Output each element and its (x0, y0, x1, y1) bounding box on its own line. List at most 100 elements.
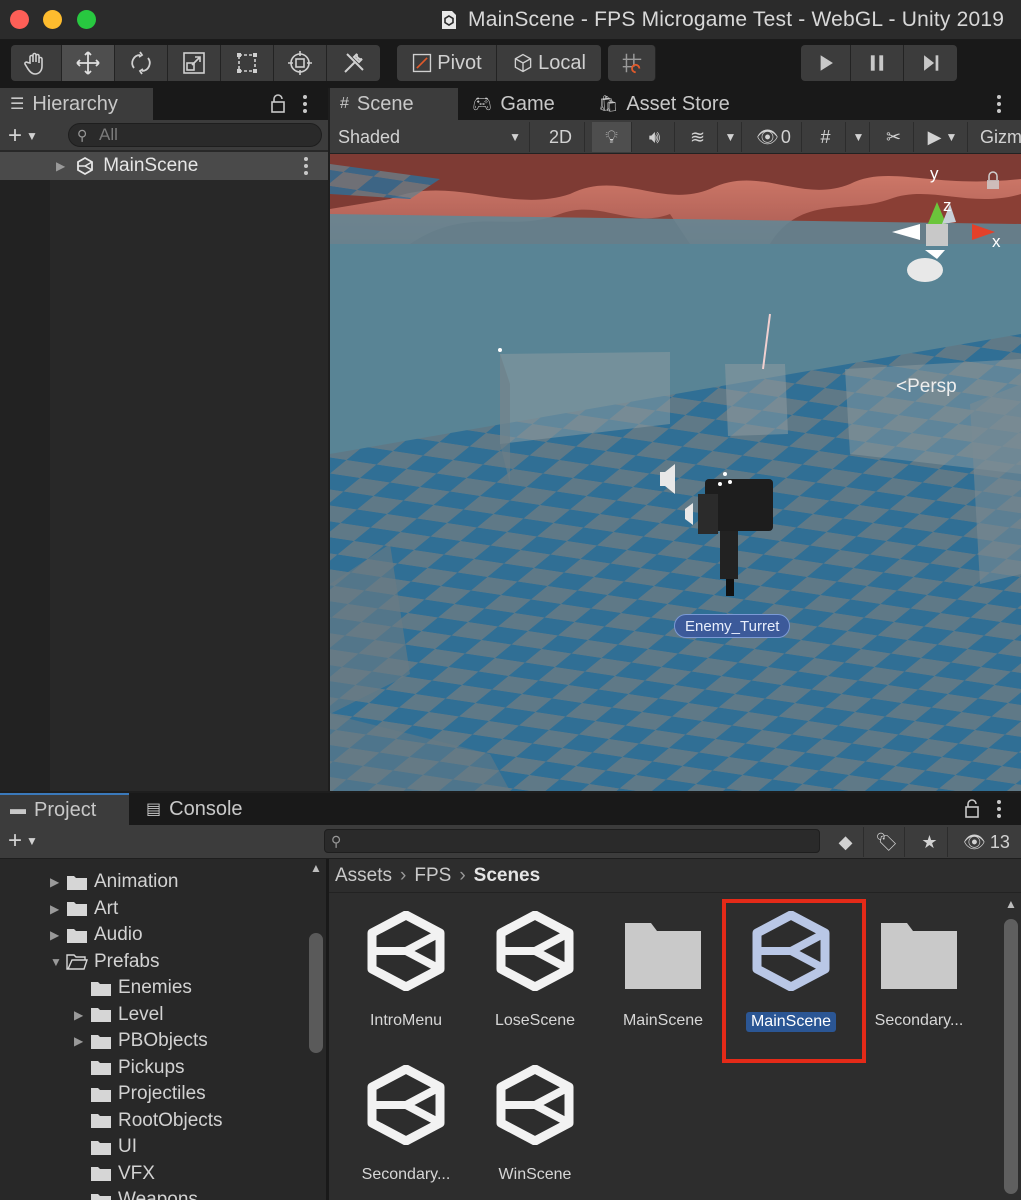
rotate-tool-button[interactable] (115, 45, 168, 81)
tree-item[interactable]: ▼ Prefabs (50, 949, 159, 975)
hidden-packages-toggle[interactable]: 👁︎ 13 (952, 827, 1021, 857)
local-toggle[interactable]: Local (497, 45, 601, 81)
effects-toggle[interactable]: ≋ (678, 122, 718, 152)
tab-console[interactable]: ▤ Console (136, 793, 266, 825)
audio-toggle[interactable]: 🔊︎ (635, 122, 675, 152)
chevron-right-icon[interactable]: ▶ (50, 875, 66, 889)
tree-item[interactable]: ▶ Art (50, 896, 118, 922)
eye-slash-icon: 👁︎ (756, 126, 779, 147)
scale-tool-button[interactable] (168, 45, 221, 81)
breadcrumb-item-scenes[interactable]: Scenes (474, 865, 541, 887)
tree-item[interactable]: ▶ Audio (50, 922, 143, 948)
grid-dropdown[interactable]: ▼ (848, 122, 870, 152)
filter-by-label-button[interactable]: 🏷︎ (869, 827, 905, 857)
tree-item[interactable]: RootObjects (74, 1108, 223, 1134)
step-button[interactable] (904, 45, 957, 81)
tree-item[interactable]: Pickups (74, 1055, 185, 1081)
tree-item[interactable]: UI (74, 1134, 137, 1160)
tree-item-label: Art (94, 897, 119, 919)
grid-scrollbar-thumb[interactable] (1004, 919, 1018, 1194)
tree-item[interactable]: Enemies (74, 975, 192, 1001)
hidden-objects-toggle[interactable]: 👁︎ 0 (746, 122, 802, 152)
tab-scene[interactable]: # Scene (330, 88, 458, 120)
create-asset-dropdown[interactable]: + ▼ (8, 827, 38, 855)
project-menu-icon[interactable] (996, 798, 1002, 820)
mode-2d-label: 2D (548, 126, 572, 147)
asset-folder[interactable]: Secondary... (855, 911, 983, 1030)
favorites-button[interactable]: ★ (912, 827, 948, 857)
lighting-toggle[interactable]: 💡︎ (592, 122, 632, 152)
tree-item[interactable]: Weapons (74, 1187, 198, 1200)
projection-toggle[interactable]: <Persp (896, 376, 957, 398)
zoom-window-button[interactable] (77, 10, 96, 29)
tree-item[interactable]: ▶ Level (74, 1002, 163, 1028)
transform-tool-button[interactable] (274, 45, 327, 81)
folder-icon (67, 928, 87, 943)
breadcrumb-item-fps[interactable]: FPS (414, 865, 451, 887)
grid-snap-button[interactable] (608, 45, 656, 81)
window-title: MainScene - FPS Microgame Test - WebGL -… (440, 6, 1004, 34)
scroll-up-arrow-icon[interactable]: ▲ (310, 861, 322, 875)
chevron-down-icon: ▼ (945, 130, 958, 144)
hierarchy-search-input[interactable]: ⚲ All (68, 123, 322, 147)
breadcrumb-item-assets[interactable]: Assets (335, 865, 392, 887)
chevron-down-icon[interactable]: ▼ (50, 955, 66, 969)
rect-tool-button[interactable] (221, 45, 274, 81)
asset-folder[interactable]: MainScene (599, 911, 727, 1030)
hierarchy-row[interactable]: ▶ MainScene (0, 152, 328, 180)
hidden-packages-count: 13 (989, 831, 1010, 852)
eye-slash-icon: 👁︎ (963, 831, 986, 852)
hierarchy-menu-icon[interactable] (302, 93, 308, 115)
speaker-icon: 🔊︎ (648, 126, 661, 147)
lock-icon[interactable] (964, 799, 980, 819)
custom-tool-button[interactable] (327, 45, 380, 81)
tab-project[interactable]: ▬ Project (0, 793, 129, 825)
scene-panel-menu-icon[interactable] (996, 93, 1002, 115)
tree-item[interactable]: ▶ PBObjects (74, 1028, 208, 1054)
lightbulb-icon: 💡︎ (605, 126, 618, 147)
scene-viewport[interactable]: y z x <Persp Enemy_Turret (330, 154, 1021, 791)
tree-item-label: Prefabs (94, 950, 160, 972)
asset-scene[interactable]: LoseScene (471, 910, 599, 1030)
tree-item-label: Animation (94, 871, 179, 892)
gizmos-dropdown[interactable]: Gizm (974, 122, 1021, 152)
asset-scene[interactable]: Secondary... (342, 1064, 470, 1184)
effects-dropdown[interactable]: ▼ (720, 122, 742, 152)
tree-scrollbar-thumb[interactable] (309, 933, 323, 1053)
create-dropdown[interactable]: + ▼ (8, 122, 38, 150)
expand-arrow-icon[interactable]: ▶ (56, 159, 65, 173)
play-button[interactable] (801, 45, 851, 81)
breadcrumb: Assets › FPS › Scenes (329, 859, 1021, 893)
chevron-right-icon[interactable]: ▶ (74, 1008, 90, 1022)
tree-item[interactable]: VFX (74, 1161, 155, 1187)
tools-toggle[interactable]: ✂︎ (874, 122, 914, 152)
project-search-input[interactable]: ⚲ (324, 829, 820, 853)
tab-asset-store[interactable]: 🛍︎ Asset Store (588, 88, 748, 120)
grid-toggle[interactable]: # (806, 122, 846, 152)
tree-item[interactable]: ▶ Animation (50, 869, 179, 895)
minimize-window-button[interactable] (43, 10, 62, 29)
close-window-button[interactable] (10, 10, 29, 29)
mode-2d-toggle[interactable]: 2D (537, 122, 585, 152)
tab-project-label: Project (34, 798, 97, 821)
tab-hierarchy[interactable]: ☰ Hierarchy (0, 88, 153, 120)
hand-tool-button[interactable] (11, 45, 62, 81)
filter-by-type-button[interactable]: ◆ (828, 827, 864, 857)
tree-item[interactable]: Projectiles (74, 1081, 206, 1107)
pause-button[interactable] (851, 45, 904, 81)
asset-scene[interactable]: IntroMenu (342, 910, 470, 1030)
scroll-up-arrow-icon[interactable]: ▲ (1005, 897, 1017, 911)
lock-icon[interactable] (270, 94, 286, 114)
scene-menu-icon[interactable] (303, 155, 309, 177)
tab-game[interactable]: 🎮︎ Game (462, 88, 588, 120)
asset-scene[interactable]: WinScene (471, 1064, 599, 1184)
tag-icon: 🏷︎ (875, 831, 898, 852)
chevron-right-icon[interactable]: ▶ (50, 928, 66, 942)
chevron-right-icon[interactable]: ▶ (50, 902, 66, 916)
shading-mode-dropdown[interactable]: Shaded ▼ (330, 122, 530, 152)
camera-dropdown[interactable]: ▶︎ ▼ (918, 122, 968, 152)
chevron-right-icon[interactable]: ▶ (74, 1034, 90, 1048)
move-tool-button[interactable] (62, 45, 115, 81)
pivot-toggle[interactable]: Pivot (397, 45, 497, 81)
hierarchy-item-label: MainScene (103, 155, 199, 176)
